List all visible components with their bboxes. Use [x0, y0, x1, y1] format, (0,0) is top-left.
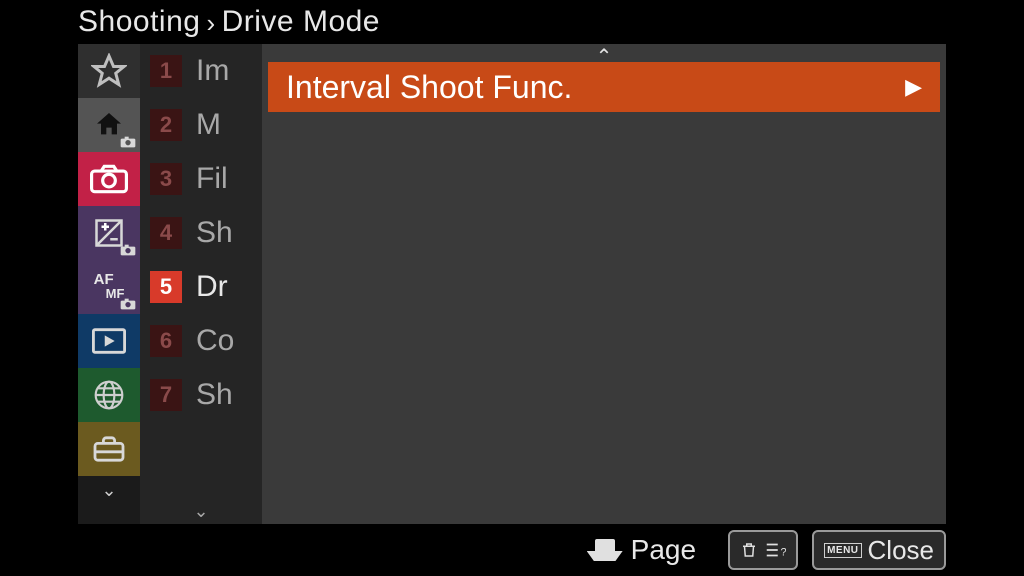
trash-icon — [740, 540, 758, 560]
tab-network[interactable] — [78, 368, 140, 422]
help-list-icon: ? — [764, 541, 786, 559]
tab-favorites[interactable] — [78, 44, 140, 98]
section-label: Im — [196, 54, 229, 88]
section-item[interactable]: 7 Sh — [140, 368, 262, 422]
section-label: Sh — [196, 216, 233, 250]
options-panel: ⌃ Interval Shoot Func. ▶ — [262, 44, 946, 524]
page-hint: Page — [587, 534, 696, 566]
tab-setup[interactable] — [78, 422, 140, 476]
svg-text:?: ? — [781, 547, 787, 559]
section-number: 2 — [150, 109, 182, 141]
section-scroll-down[interactable]: ⌄ — [140, 501, 262, 522]
section-number: 1 — [150, 55, 182, 87]
section-number: 7 — [150, 379, 182, 411]
toolbox-icon — [92, 435, 126, 463]
page-counter: 9/63 — [946, 5, 1006, 39]
camera-mini-icon — [120, 136, 136, 148]
tab-exposure[interactable] — [78, 206, 140, 260]
help-button[interactable]: ? — [728, 530, 798, 570]
tab-playback[interactable] — [78, 314, 140, 368]
star-icon — [91, 53, 127, 89]
bottom-bar: Page ? MENU Close — [0, 524, 1024, 576]
section-item[interactable]: 2 M — [140, 98, 262, 152]
tab-focus[interactable]: AF MF — [78, 260, 140, 314]
breadcrumb: Shooting › Drive Mode 9/63 — [0, 0, 1024, 44]
option-label: Interval Shoot Func. — [286, 69, 572, 106]
category-rail: AF MF ⌄ — [78, 44, 140, 524]
menu-badge: MENU — [824, 543, 861, 558]
option-interval-shoot[interactable]: Interval Shoot Func. ▶ — [268, 62, 940, 112]
tab-main[interactable] — [78, 98, 140, 152]
section-label: M — [196, 108, 221, 142]
chevron-down-icon: ⌄ — [193, 501, 208, 522]
section-item[interactable]: 4 Sh — [140, 206, 262, 260]
chevron-right-icon: ▶ — [905, 74, 922, 100]
camera-mini-icon — [120, 244, 136, 256]
playback-icon — [92, 327, 126, 355]
rail-scroll-down[interactable]: ⌄ — [78, 476, 140, 504]
section-number: 4 — [150, 217, 182, 249]
af-mf-icon: AF MF — [94, 273, 125, 301]
section-item[interactable]: 5 Dr — [140, 260, 262, 314]
section-item[interactable]: 3 Fil — [140, 152, 262, 206]
close-label: Close — [868, 535, 934, 566]
breadcrumb-level1: Shooting — [78, 5, 200, 39]
section-number: 6 — [150, 325, 182, 357]
section-item[interactable]: 1 Im — [140, 44, 262, 98]
breadcrumb-level2: Drive Mode — [222, 5, 380, 39]
page-label: Page — [631, 534, 696, 566]
wheel-icon — [587, 539, 623, 561]
section-number: 5 — [150, 271, 182, 303]
section-label: Fil — [196, 162, 228, 196]
section-list: 1 Im 2 M 3 Fil 4 Sh 5 Dr 6 Co 7 Sh ⌄ — [140, 44, 262, 524]
section-label: Dr — [196, 270, 228, 304]
section-item[interactable]: 6 Co — [140, 314, 262, 368]
chevron-right-icon: › — [206, 8, 215, 39]
camera-mini-icon — [120, 298, 136, 310]
section-label: Sh — [196, 378, 233, 412]
section-number: 3 — [150, 163, 182, 195]
chevron-down-icon: ⌄ — [101, 480, 116, 501]
camera-icon — [90, 164, 128, 194]
options-scroll-up[interactable]: ⌃ — [262, 44, 946, 62]
globe-icon — [93, 379, 125, 411]
section-label: Co — [196, 324, 234, 358]
close-button[interactable]: MENU Close — [812, 530, 946, 570]
tab-shooting[interactable] — [78, 152, 140, 206]
